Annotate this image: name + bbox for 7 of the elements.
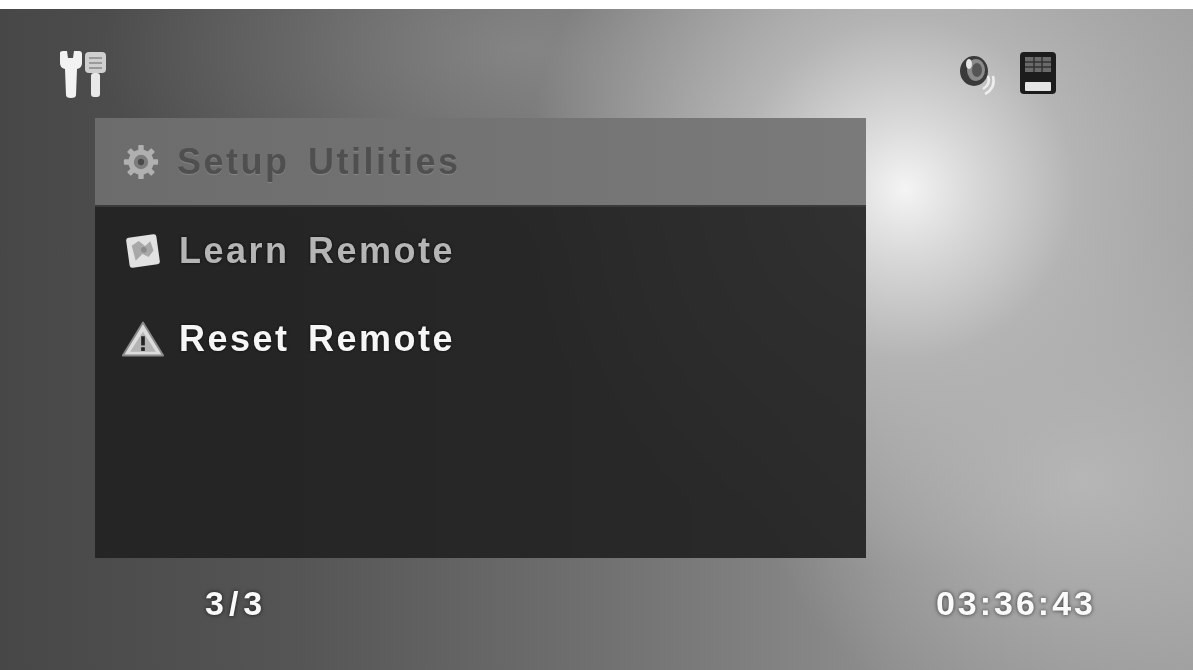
- clock-time: 03:36:43: [935, 584, 1096, 623]
- menu-item[interactable]: Reset Remote: [95, 295, 866, 383]
- menu-item[interactable]: Learn Remote: [95, 207, 866, 295]
- memory-card-icon: [1019, 51, 1057, 95]
- gear-icon: [123, 143, 159, 180]
- warning-icon: [121, 319, 165, 359]
- page-indicator: 3/3: [205, 584, 268, 623]
